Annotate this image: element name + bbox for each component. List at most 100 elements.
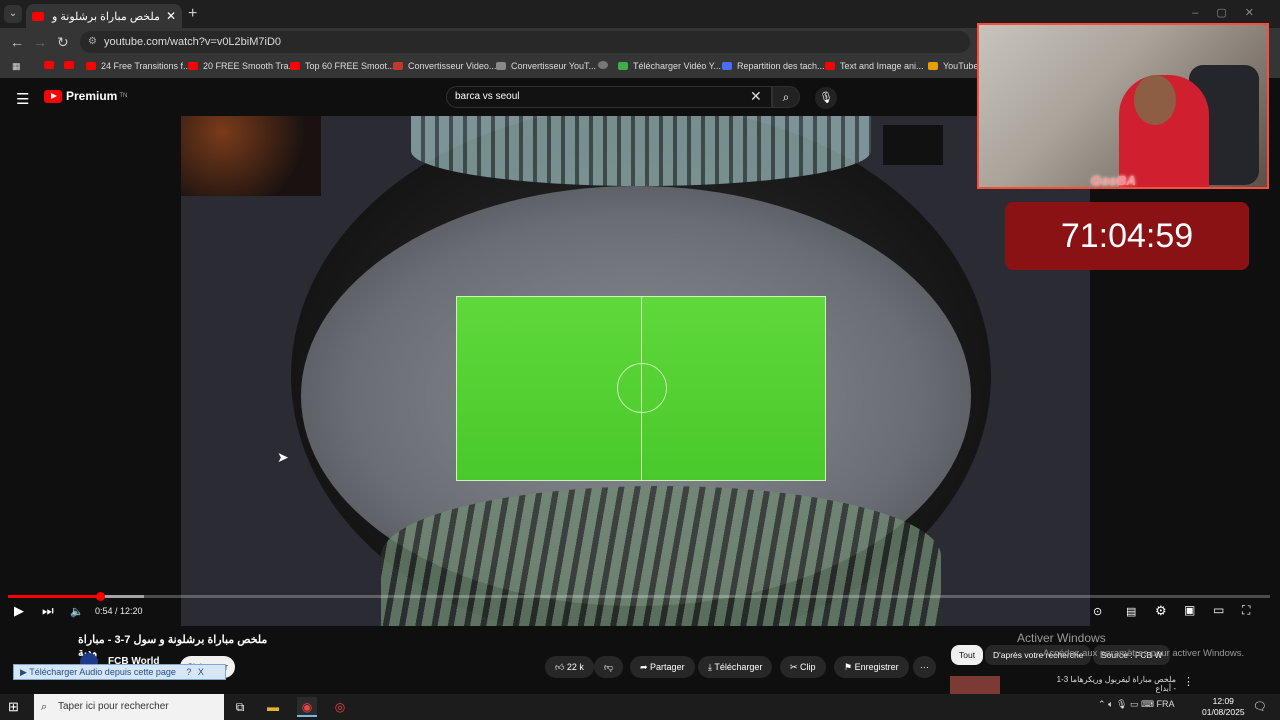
windows-start-icon[interactable]: ⊞ [8, 699, 19, 715]
search-icon: ⌕ [41, 701, 48, 713]
youtube-logo[interactable]: Premium TN [44, 89, 127, 103]
tray-chevron-icon[interactable]: ⌃ [1098, 699, 1106, 709]
url-text: youtube.com/watch?v=v0L2biM7iD0 [104, 36, 282, 48]
next-video-icon[interactable]: ⏭ [42, 603, 54, 619]
tray-network-icon[interactable]: ▭ [1130, 699, 1139, 709]
bookmark-item[interactable]: Télécharger Vidéo Y... [618, 61, 721, 71]
miniplayer-icon[interactable]: ▣ [1184, 603, 1195, 617]
system-tray[interactable]: ⌃ 🔈︎ 🎙︎ ▭ ⌨ FRA [1098, 699, 1174, 710]
tab-close-icon[interactable]: ✕ [166, 9, 176, 23]
theater-mode-icon[interactable]: ▭ [1213, 603, 1224, 617]
scissors-icon: ✂ [790, 662, 801, 672]
time-display: 0:54 / 12:20 [95, 606, 143, 616]
webcam-overlay: GooBA [977, 23, 1269, 189]
clock-date: 01/08/2025 [1202, 707, 1245, 717]
new-tab-button[interactable]: + [188, 5, 197, 23]
bookmark-item[interactable]: Top 60 FREE Smoot... [290, 61, 395, 71]
play-triangle-icon: ▶ [20, 667, 30, 677]
subtitles-icon[interactable]: ▤ [1126, 605, 1136, 618]
tray-language-label[interactable]: FRA [1156, 699, 1174, 709]
bookmark-item[interactable] [44, 61, 59, 69]
like-button[interactable]: 👍︎ 22 k [545, 656, 594, 678]
tray-lang-icon[interactable]: ⌨ [1141, 699, 1154, 709]
bookmark-item[interactable]: Repartition des tach... [722, 61, 825, 71]
activate-windows-title: Activer Windows [1017, 631, 1106, 645]
site-info-icon[interactable]: ⚙ [88, 31, 97, 53]
progress-scrubber-handle[interactable] [96, 592, 105, 601]
notification-center-icon[interactable]: 🗨 [1253, 700, 1267, 713]
pitch-center-circle [617, 363, 667, 413]
chrome-icon[interactable]: ◉ [297, 697, 317, 717]
taskbar-search-input[interactable]: ⌕ Taper ici pour rechercher [34, 694, 224, 720]
progress-bar[interactable] [8, 595, 1270, 598]
file-explorer-icon[interactable]: ▬ [263, 697, 283, 717]
voice-search-mic-icon[interactable]: 🎙 [815, 87, 837, 109]
bookmark-item[interactable]: 24 Free Transitions f... [86, 61, 191, 71]
tab-search-menu-button[interactable]: ⌄ [4, 5, 22, 23]
task-view-icon[interactable]: ⧉ [230, 697, 250, 717]
help-button[interactable]: ? [186, 667, 191, 677]
bookmark-item[interactable]: Text and Image ani... [825, 61, 924, 71]
share-icon: ➦ [640, 662, 651, 672]
volume-icon[interactable]: 🔈 [70, 605, 84, 618]
window-controls[interactable]: –▢✕ [1192, 6, 1272, 19]
bookmark-item[interactable]: YouTube [928, 61, 978, 71]
reload-icon[interactable]: ↻ [57, 34, 69, 51]
search-input[interactable]: barca vs seoul [446, 86, 772, 108]
video-frame-city-lights [181, 116, 321, 196]
webcam-name-tag: GooBA [1091, 173, 1136, 188]
video-frame-roof-top [411, 116, 871, 186]
video-frame-roof-bottom [381, 486, 941, 626]
more-actions-button[interactable]: ··· [913, 656, 936, 678]
bookmark-item[interactable]: 20 FREE Smooth Tra... [188, 61, 296, 71]
chip-all[interactable]: Tout [951, 645, 984, 665]
close-button[interactable]: X [198, 667, 204, 677]
search-button[interactable]: ⌕ [772, 86, 800, 108]
streamer-head [1134, 75, 1176, 125]
autoplay-toggle[interactable]: ⊙ [1093, 605, 1102, 618]
next-video-menu-icon[interactable]: ⋮ [1183, 675, 1194, 688]
stream-timer: 71:04:59 [1005, 202, 1249, 270]
tray-volume-icon[interactable]: 🔈︎ [1108, 699, 1113, 709]
activate-windows-subtitle: Accédez aux paramètres pour activer Wind… [1043, 648, 1245, 659]
menu-hamburger-icon[interactable]: ☰ [16, 90, 29, 108]
browser-tab-active[interactable]: ملخص مباراة برشلونة و سول (11) ✕ [26, 4, 182, 28]
next-video-thumbnail[interactable] [950, 676, 1000, 696]
bookmark-icon: ⚑ [844, 662, 855, 672]
video-player[interactable] [181, 116, 1090, 626]
thumbs-up-icon: 👍︎ [555, 662, 567, 672]
download-button[interactable]: ⤓ Télécharger [698, 656, 773, 678]
search-icon: ⌕ [782, 90, 790, 104]
bookmark-item[interactable]: Convertisseur YouT... [496, 61, 596, 71]
dislike-button[interactable]: 👎︎ [594, 656, 624, 678]
fullscreen-icon[interactable]: ⛶ [1242, 603, 1250, 618]
tray-mic-icon[interactable]: 🎙︎ [1116, 699, 1127, 709]
forward-arrow-icon[interactable]: → [33, 34, 47, 50]
settings-gear-icon[interactable]: ⚙ [1155, 603, 1167, 619]
progress-played [8, 595, 100, 598]
tab-title: ملخص مباراة برشلونة و سول (11) [50, 10, 160, 23]
address-bar[interactable]: ⚙ youtube.com/watch?v=v0L2biM7iD0 [80, 31, 970, 53]
play-icon[interactable]: ▶ [14, 603, 24, 619]
share-button[interactable]: ➦ Partager [630, 656, 695, 678]
taskbar-clock[interactable]: 12:09 01/08/2025 [1202, 696, 1245, 718]
bookmark-item[interactable] [64, 61, 79, 69]
recording-app-icon[interactable]: ◎ [330, 697, 350, 717]
bookmark-item[interactable]: Convertisseur Video... [393, 61, 496, 71]
clock-time: 12:09 [1212, 696, 1234, 706]
next-video-title[interactable]: ملخص مباراة ليفربول وريكرهاما 3-1 - أبدا… [1056, 675, 1176, 693]
progress-buffer [100, 595, 144, 598]
bookmark-globe-icon[interactable] [598, 61, 613, 69]
clip-button[interactable]: ✂ Clip [780, 656, 826, 678]
back-arrow-icon[interactable]: ← [10, 34, 24, 50]
youtube-favicon-icon [32, 11, 44, 21]
youtube-play-logo-icon [44, 89, 62, 103]
apps-grid-icon[interactable]: ▦ [12, 61, 21, 72]
save-button[interactable]: ⚑ Enregistrer [834, 656, 909, 678]
video-frame-pitch [456, 296, 826, 481]
clear-search-icon[interactable]: ✕ [750, 88, 762, 105]
audio-download-extension-bar[interactable]: ▶ Télécharger Audio depuis cette page ? … [13, 664, 226, 680]
video-frame-black-box [883, 125, 943, 165]
mouse-cursor-icon: ➤ [277, 449, 289, 465]
thumbs-down-icon: 👎︎ [604, 662, 614, 672]
